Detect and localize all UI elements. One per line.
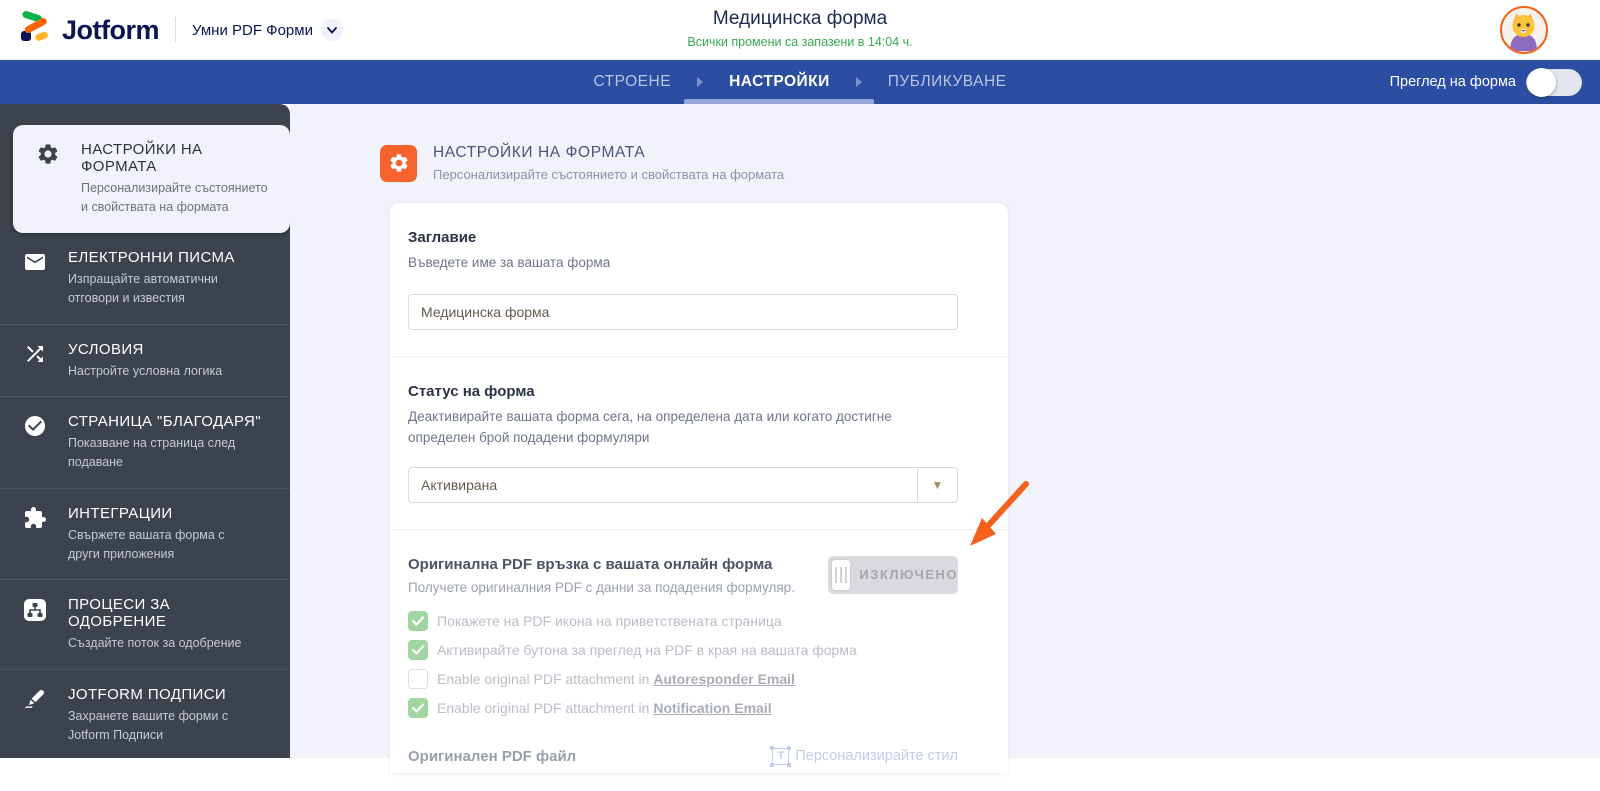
title-field-label: Заглавие xyxy=(408,229,477,246)
pdf-link-toggle[interactable]: ИЗКЛЮЧЕНО xyxy=(828,555,958,594)
sidebar-item-emails[interactable]: ЕЛЕКТРОННИ ПИСМА Изпращайте автоматични … xyxy=(0,233,290,324)
settings-main-panel: НАСТРОЙКИ НА ФОРМАТА Персонализирайте съ… xyxy=(290,104,1600,773)
checkbox-checked-icon xyxy=(408,697,428,718)
tab-settings[interactable]: НАСТРОЙКИ xyxy=(684,60,875,104)
checkbox-checked-icon xyxy=(408,639,428,660)
sidebar-item-title: ПРОЦЕСИ ЗА ОДОБРЕНИЕ xyxy=(68,596,171,631)
checkbox-pdf-preview-button[interactable]: Активирайте бутона за преглед на PDF в к… xyxy=(408,639,958,660)
checkbox-autoresponder-attachment[interactable]: Enable original PDF attachment in Autore… xyxy=(408,668,958,689)
nav-tabs: СТРОЕНЕ НАСТРОЙКИ ПУБЛИКУВАНЕ xyxy=(0,60,1600,104)
jotform-logo[interactable]: Jotform xyxy=(0,10,160,50)
customize-style-link[interactable]: T Персонализирайте стил xyxy=(770,745,958,767)
main-navbar: СТРОЕНЕ НАСТРОЙКИ ПУБЛИКУВАНЕ Преглед на… xyxy=(0,60,1600,104)
brand-name: Jotform xyxy=(62,14,160,45)
tab-settings-label: НАСТРОЙКИ xyxy=(729,73,830,90)
pdf-options-list: Покажете на PDF икона на приветствената … xyxy=(408,610,958,718)
sidebar-item-subtitle: Свържете вашата форма с други приложения xyxy=(68,527,225,561)
customize-style-label: Персонализирайте стил xyxy=(795,748,958,765)
check-circle-icon xyxy=(16,414,54,438)
status-field-label: Статус на форма xyxy=(408,382,535,400)
pdf-link-section: Оригинална PDF връзка с вашата онлайн фо… xyxy=(390,528,1008,791)
checkbox-unchecked-icon xyxy=(408,668,428,689)
checkbox-checked-icon xyxy=(408,610,428,631)
pdf-section-title: Оригинална PDF връзка с вашата онлайн фо… xyxy=(408,555,773,573)
settings-card: Заглавие Въведете име за вашата форма Ст… xyxy=(390,203,1008,773)
preview-toggle[interactable] xyxy=(1526,67,1582,97)
preview-controls: Преглед на форма xyxy=(1390,60,1582,104)
checkbox-label: Enable original PDF attachment in xyxy=(437,699,654,716)
text-style-icon: T xyxy=(770,745,792,767)
user-avatar[interactable] xyxy=(1500,6,1548,54)
puzzle-icon xyxy=(16,506,54,530)
checkbox-label: Enable original PDF attachment in xyxy=(437,670,654,687)
sidebar-item-title: НАСТРОЙКИ НА ФОРМАТА xyxy=(81,141,203,175)
chevron-down-icon xyxy=(320,19,343,41)
checkbox-label: Покажете на PDF икона на приветствената … xyxy=(437,612,782,629)
sidebar-item-subtitle: Персонализирайте състоянието и свойстват… xyxy=(81,181,268,215)
settings-sidebar: НАСТРОЙКИ НА ФОРМАТА Персонализирайте съ… xyxy=(0,104,290,758)
form-status-value: Активирана xyxy=(421,476,498,493)
pdf-toggle-state-label: ИЗКЛЮЧЕНО xyxy=(859,567,958,583)
sidebar-item-approval-flows[interactable]: ПРОЦЕСИ ЗА ОДОБРЕНИЕ Създайте поток за о… xyxy=(0,579,290,668)
sidebar-item-subtitle: Захранете вашите форми с Jotform Подписи xyxy=(68,708,229,743)
form-title-input[interactable] xyxy=(408,293,958,330)
checkbox-show-pdf-icon[interactable]: Покажете на PDF икона на приветствената … xyxy=(408,610,958,631)
sidebar-item-subtitle: Показване на страница след подаване xyxy=(68,435,236,470)
nav-arrow-icon xyxy=(697,77,704,87)
approval-flow-icon xyxy=(16,597,54,623)
notification-email-link[interactable]: Notification Email xyxy=(653,700,771,716)
product-switcher[interactable]: Умни PDF Форми xyxy=(192,19,343,41)
autoresponder-email-link[interactable]: Autoresponder Email xyxy=(653,671,795,687)
preview-toggle-label: Преглед на форма xyxy=(1389,74,1516,90)
form-status-select[interactable]: Активирана ▼ xyxy=(408,466,958,503)
status-section: Статус на форма Деактивирайте вашата фор… xyxy=(390,355,1008,529)
header-divider xyxy=(175,17,176,43)
sidebar-item-title: УСЛОВИЯ xyxy=(68,340,144,358)
original-pdf-file-label: Оригинален PDF файл xyxy=(408,747,577,765)
sidebar-item-jotform-sign[interactable]: JOTFORM ПОДПИСИ Захранете вашите форми с… xyxy=(0,668,290,758)
shuffle-icon xyxy=(16,342,54,366)
section-header-title: НАСТРОЙКИ НА ФОРМАТА xyxy=(433,144,646,161)
tab-build[interactable]: СТРОЕНЕ xyxy=(593,60,671,104)
sidebar-item-title: ИНТЕГРАЦИИ xyxy=(68,504,173,522)
signature-pen-icon xyxy=(16,687,54,711)
nav-arrow-icon xyxy=(855,77,862,87)
toggle-knob xyxy=(832,559,851,590)
section-header: НАСТРОЙКИ НА ФОРМАТА Персонализирайте съ… xyxy=(380,144,784,182)
sidebar-item-integrations[interactable]: ИНТЕГРАЦИИ Свържете вашата форма с други… xyxy=(0,487,290,580)
sidebar-item-thank-you-page[interactable]: СТРАНИЦА "БЛАГОДАРЯ" Показване на страни… xyxy=(0,395,290,488)
toggle-knob xyxy=(1527,67,1556,97)
sidebar-item-title: ЕЛЕКТРОННИ ПИСМА xyxy=(68,248,235,266)
sidebar-item-subtitle: Създайте поток за одобрение xyxy=(68,636,242,651)
sidebar-item-title: СТРАНИЦА "БЛАГОДАРЯ" xyxy=(68,412,262,430)
gear-icon xyxy=(380,144,417,182)
sidebar-item-conditions[interactable]: УСЛОВИЯ Настройте условна логика xyxy=(0,323,290,396)
tab-publish[interactable]: ПУБЛИКУВАНЕ xyxy=(888,60,1007,104)
section-header-subtitle: Персонализирайте състоянието и свойстват… xyxy=(433,167,785,182)
title-field-description: Въведете име за вашата форма xyxy=(408,255,611,270)
checkbox-notification-attachment[interactable]: Enable original PDF attachment in Notifi… xyxy=(408,697,958,718)
product-label: Умни PDF Форми xyxy=(192,21,313,39)
sidebar-item-title: JOTFORM ПОДПИСИ xyxy=(68,685,227,703)
select-caret-icon: ▼ xyxy=(917,467,957,502)
status-field-description: Деактивирайте вашата форма сега, на опре… xyxy=(408,408,892,445)
sidebar-item-subtitle: Настройте условна логика xyxy=(68,363,223,378)
checkbox-label: Активирайте бутона за преглед на PDF в к… xyxy=(437,641,857,658)
gear-icon xyxy=(29,142,67,166)
sidebar-item-subtitle: Изпращайте автоматични отговори и извест… xyxy=(68,271,218,306)
pdf-section-description: Получете оригиналния PDF с данни за пода… xyxy=(408,579,795,595)
title-section: Заглавие Въведете име за вашата форма xyxy=(390,203,1008,356)
active-tab-underline xyxy=(684,99,875,104)
envelope-icon xyxy=(16,250,54,274)
app-header: Jotform Умни PDF Форми Медицинска форма … xyxy=(0,0,1600,60)
jotform-logo-icon xyxy=(18,10,52,50)
sidebar-item-form-settings[interactable]: НАСТРОЙКИ НА ФОРМАТА Персонализирайте съ… xyxy=(13,125,290,233)
